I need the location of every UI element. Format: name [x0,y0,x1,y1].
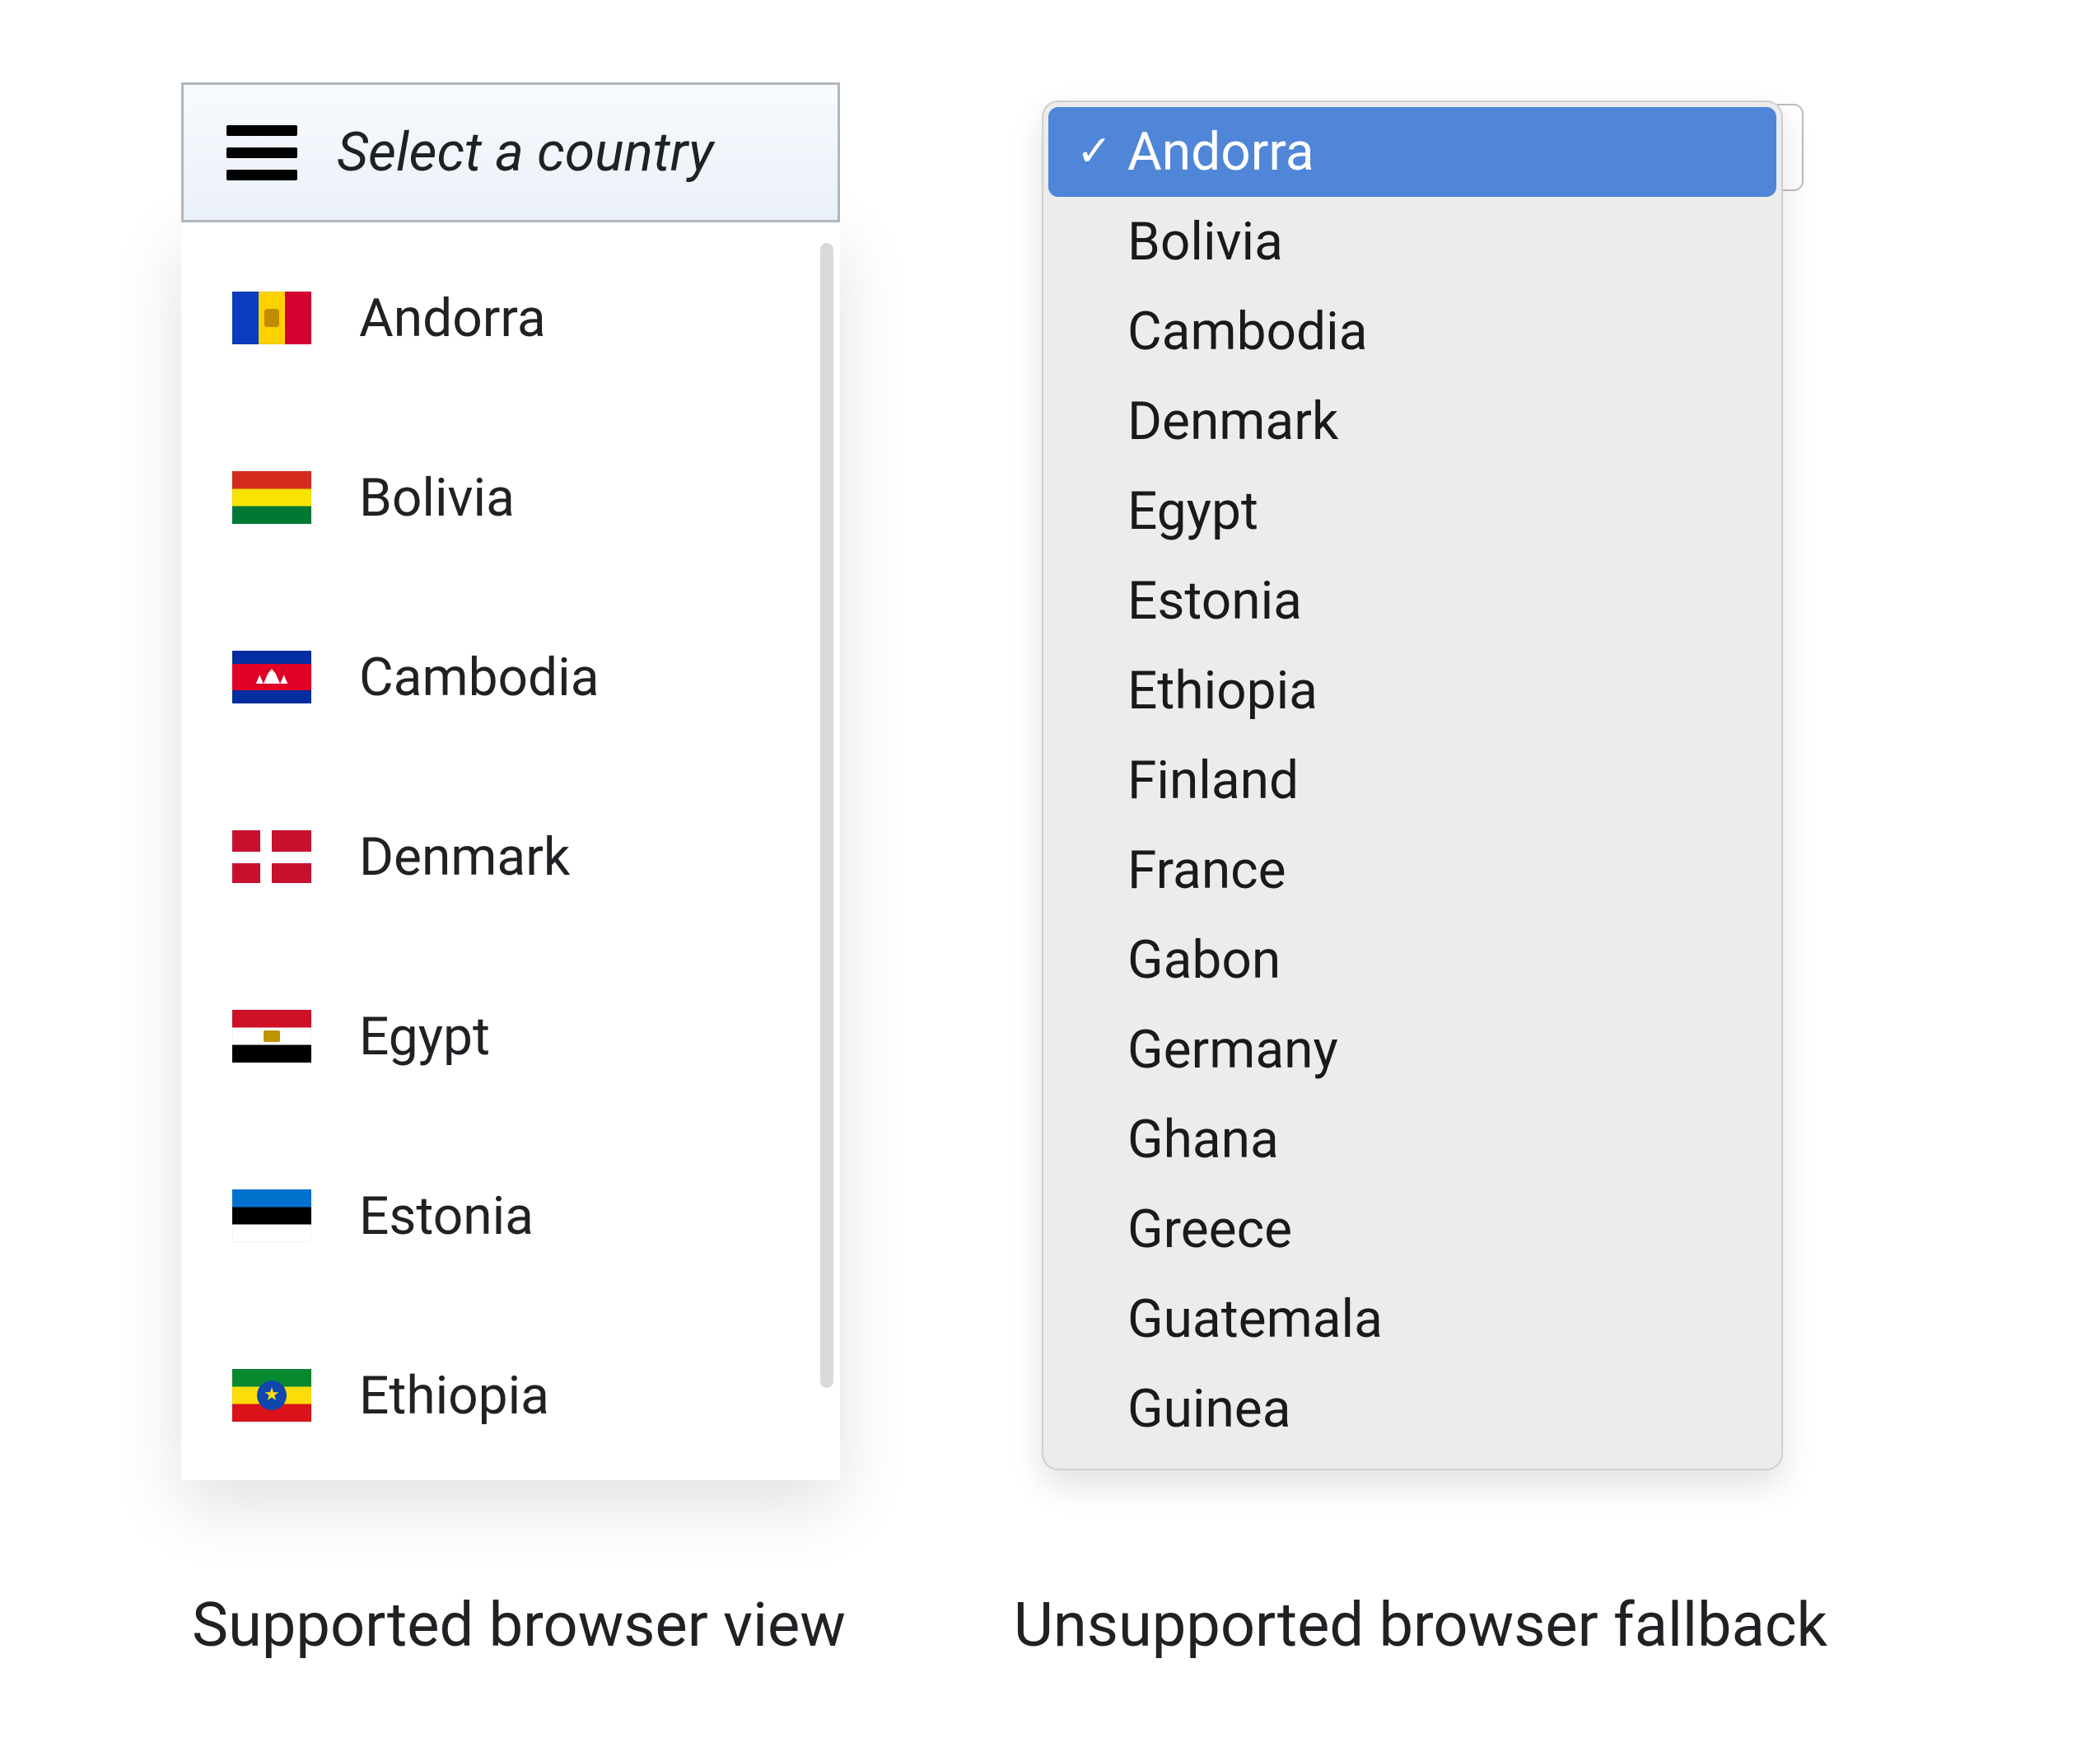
flag-ethiopia-icon [232,1369,311,1422]
native-option[interactable]: Cambodia [1048,287,1776,376]
native-option-label: Ethiopia [1127,660,1318,722]
native-option-label: Germany [1127,1019,1338,1081]
native-option-label: Egypt [1127,480,1258,542]
native-option-label: Denmark [1127,390,1338,452]
country-option[interactable]: Egypt [181,946,840,1126]
country-option[interactable]: Cambodia [181,587,840,767]
native-option[interactable]: Egypt [1048,466,1776,556]
country-option-label: Ethiopia [359,1365,549,1427]
native-option[interactable]: Denmark [1048,376,1776,466]
country-option-label: Denmark [359,826,570,888]
native-option[interactable]: ✓ Andorra [1048,107,1776,197]
country-option-label: Estonia [359,1185,534,1247]
flag-egypt-icon [232,1010,311,1063]
native-option[interactable]: France [1048,825,1776,915]
flag-estonia-icon [232,1189,311,1242]
caption-supported: Supported browser view [107,1590,931,1661]
country-option[interactable]: Bolivia [181,408,840,587]
listbox-scrollbar[interactable] [820,243,833,1388]
native-option-label: Cambodia [1127,301,1368,362]
native-option[interactable]: Gabon [1048,915,1776,1005]
flag-cambodia-icon [232,651,311,703]
native-option[interactable]: Ethiopia [1048,646,1776,736]
native-option[interactable]: Germany [1048,1005,1776,1095]
native-option-label: Guinea [1127,1378,1291,1440]
native-select-popup[interactable]: ✓ Andorra Bolivia Cambodia Denmark Egypt Eston… [1042,100,1783,1470]
native-option[interactable]: Greece [1048,1184,1776,1274]
native-option[interactable]: Bolivia [1048,197,1776,287]
native-option-label: Andorra [1127,121,1314,183]
native-option-label: France [1127,839,1286,901]
country-option-label: Andorra [359,287,546,349]
native-option[interactable]: Guinea [1048,1364,1776,1454]
native-option-label: Guatemala [1127,1288,1383,1350]
caption-unsupported: Unsupported browser fallback [988,1590,1853,1661]
check-icon: ✓ [1076,129,1113,172]
flag-bolivia-icon [232,471,311,524]
country-select-listbox[interactable]: Andorra Bolivia Cambodia Denmark Egypt Estoni… [181,220,840,1480]
country-option-label: Cambodia [359,647,600,708]
native-option[interactable]: Ghana [1048,1095,1776,1184]
flag-andorra-icon [232,292,311,344]
country-select-placeholder: Select a country [337,121,713,185]
native-option-label: Ghana [1127,1109,1279,1170]
hamburger-icon [226,125,297,180]
flag-denmark-icon [232,830,311,883]
country-option[interactable]: Ethiopia [181,1306,840,1480]
native-option-label: Greece [1127,1198,1292,1260]
native-option-label: Estonia [1127,570,1302,632]
country-select-button[interactable]: Select a country [181,82,840,222]
native-option-label: Bolivia [1127,211,1283,273]
native-option[interactable]: Finland [1048,736,1776,825]
native-option-label: Gabon [1127,929,1281,991]
country-option[interactable]: Andorra [181,228,840,408]
custom-select-panel: Select a country Andorra Bolivia Cambodia D… [181,82,840,1480]
native-option[interactable]: Guatemala [1048,1274,1776,1364]
country-option-label: Egypt [359,1006,490,1068]
country-option[interactable]: Estonia [181,1126,840,1306]
country-option-label: Bolivia [359,467,515,529]
native-option-label: Finland [1127,750,1299,811]
native-option[interactable]: Estonia [1048,556,1776,646]
country-option[interactable]: Denmark [181,767,840,946]
